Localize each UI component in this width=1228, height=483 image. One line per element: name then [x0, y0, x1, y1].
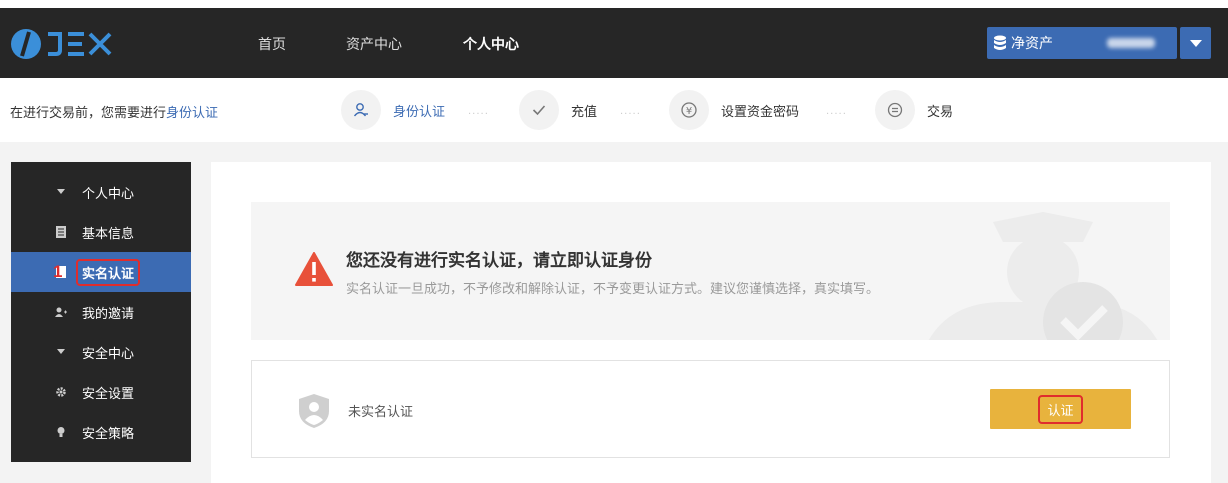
- verification-notice: 您还没有进行实名认证，请立即认证身份 实名认证一旦成功，不予修改和解除认证，不予…: [251, 202, 1170, 340]
- step-deposit[interactable]: 充值: [519, 90, 597, 130]
- step-trade[interactable]: 交易: [875, 90, 953, 130]
- document-icon: [56, 226, 66, 238]
- database-icon: [994, 35, 1006, 50]
- nav-asset-center[interactable]: 资产中心: [346, 34, 402, 54]
- user-add-icon: [55, 307, 67, 317]
- verify-button-label: 认证: [1038, 394, 1083, 424]
- caret-down-icon: [57, 349, 65, 354]
- net-asset-value-blurred: [1107, 38, 1155, 48]
- sidebar-item-security-center[interactable]: 安全中心: [11, 332, 191, 372]
- sidebar-item-basic-info[interactable]: 基本信息: [11, 212, 191, 252]
- top-strip: [0, 0, 1228, 8]
- user-icon: [353, 103, 368, 117]
- caret-down-icon: [1189, 39, 1202, 47]
- verified-user-watermark-icon: [928, 212, 1158, 340]
- logo[interactable]: [10, 28, 130, 60]
- sidebar-item-security-policy[interactable]: 安全策略: [11, 412, 191, 452]
- header: 首页 资产中心 个人中心 净资产: [0, 8, 1228, 78]
- shield-user-icon: [299, 394, 329, 428]
- warning-icon: [295, 252, 333, 286]
- step-identity[interactable]: 身份认证: [341, 90, 445, 130]
- steps-bar: 在进行交易前，您需要进行身份认证 身份认证 ····· 充值 ····· ¥ 设…: [0, 78, 1228, 142]
- step-separator: ·····: [620, 109, 641, 120]
- bulb-icon: [57, 427, 65, 437]
- sidebar: 个人中心 基本信息 实名认证 1 我的邀请 安全中心 安全设置 安全策略: [11, 162, 191, 462]
- net-asset-box[interactable]: 净资产: [987, 27, 1177, 59]
- main-panel: 您还没有进行实名认证，请立即认证身份 实名认证一旦成功，不予修改和解除认证，不予…: [211, 162, 1211, 483]
- check-icon: [532, 105, 546, 116]
- caret-down-icon: [57, 189, 65, 194]
- svg-text:¥: ¥: [686, 106, 692, 117]
- asset-dropdown-button[interactable]: [1180, 27, 1211, 59]
- step-separator: ·····: [826, 109, 847, 120]
- sidebar-item-invitation[interactable]: 我的邀请: [11, 292, 191, 332]
- steps-hint: 在进行交易前，您需要进行身份认证: [10, 106, 219, 121]
- gear-icon: [56, 387, 66, 397]
- notice-title: 您还没有进行实名认证，请立即认证身份: [346, 251, 652, 271]
- notice-subtitle: 实名认证一旦成功，不予修改和解除认证，不予变更认证方式。建议您谨慎选择，真实填写…: [346, 282, 880, 297]
- sidebar-item-real-name[interactable]: 实名认证 1: [11, 252, 191, 292]
- sidebar-item-personal-center[interactable]: 个人中心: [11, 172, 191, 212]
- step-separator: ·····: [468, 109, 489, 120]
- sidebar-item-security-settings[interactable]: 安全设置: [11, 372, 191, 412]
- verification-card: 未实名认证 2 认证: [251, 360, 1170, 458]
- money-lock-icon: ¥: [681, 102, 697, 118]
- verification-status: 未实名认证: [348, 405, 414, 420]
- annotation-marker-1: 1: [53, 262, 63, 281]
- jex-logo-icon: [11, 29, 112, 59]
- net-asset-label: 净资产: [1011, 36, 1053, 52]
- hint-link[interactable]: 身份认证: [166, 106, 218, 121]
- nav-home[interactable]: 首页: [258, 34, 286, 54]
- nav-personal-center[interactable]: 个人中心: [463, 34, 519, 54]
- verify-button[interactable]: 认证: [990, 389, 1131, 429]
- exchange-icon: [887, 102, 903, 118]
- step-fund-password[interactable]: ¥ 设置资金密码: [669, 90, 799, 130]
